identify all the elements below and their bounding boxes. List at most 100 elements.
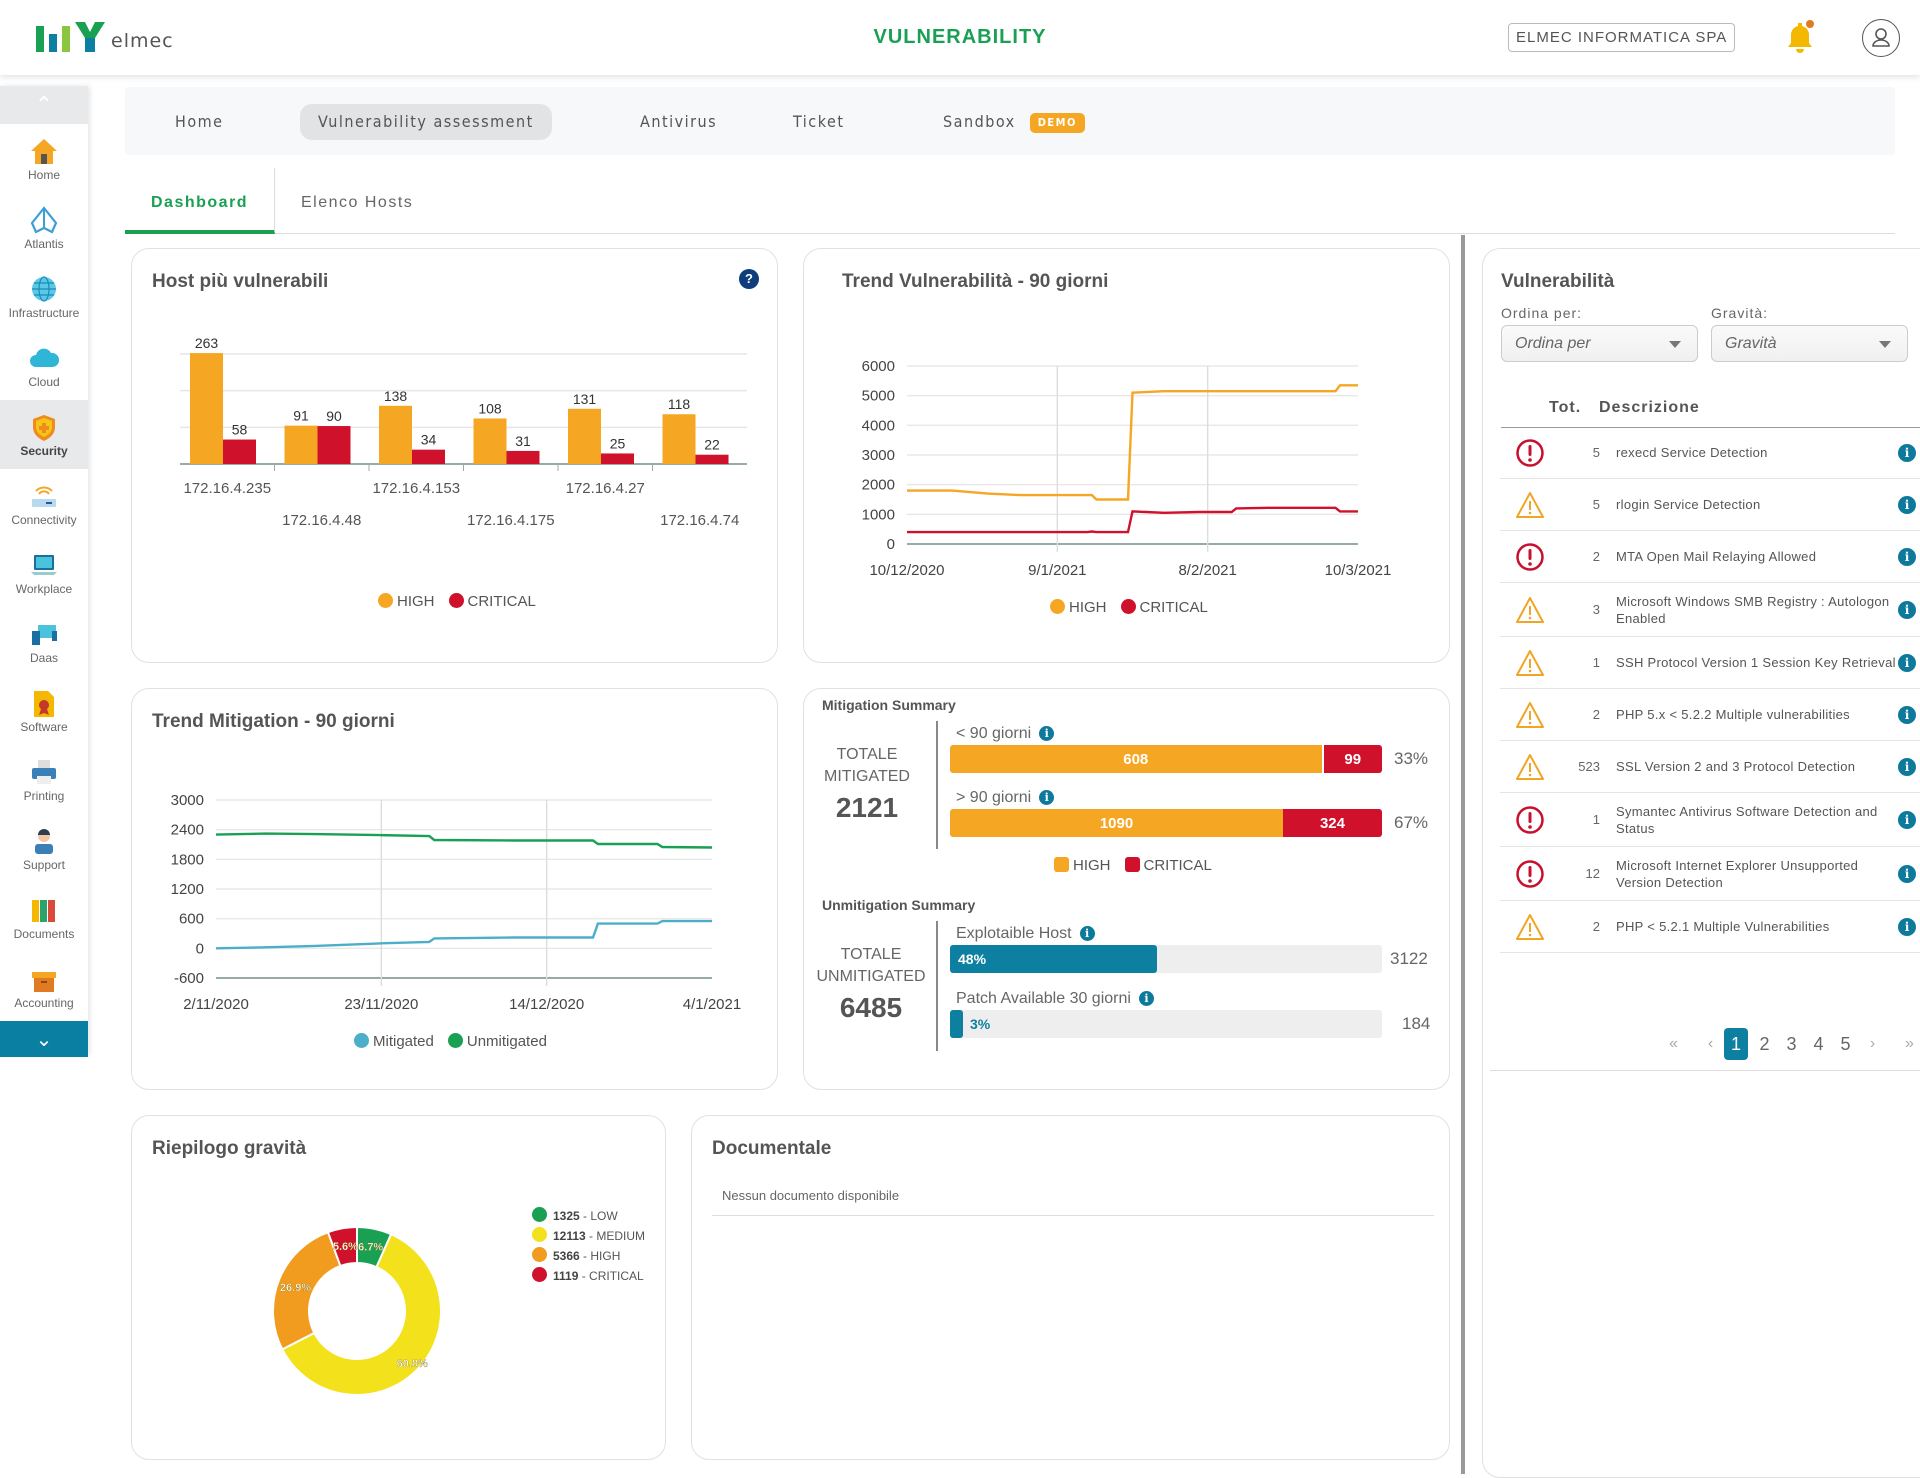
- user-avatar[interactable]: [1862, 19, 1900, 57]
- legend-item-high[interactable]: 5366 - HIGH: [532, 1246, 645, 1266]
- info-icon[interactable]: i: [1898, 495, 1916, 514]
- company-selector[interactable]: ELMEC INFORMATICA SPA: [1508, 23, 1736, 52]
- y-tick-label: 3000: [171, 792, 204, 809]
- nav-antivirus[interactable]: Antivirus: [622, 104, 735, 140]
- sidebar-scroll-down[interactable]: ⌄: [0, 1021, 88, 1057]
- info-icon[interactable]: i: [1898, 757, 1916, 776]
- bar-segment-critical[interactable]: 324: [1283, 809, 1382, 837]
- sidebar-item-workplace[interactable]: Workplace: [0, 538, 88, 607]
- info-icon[interactable]: i: [1898, 547, 1916, 566]
- legend-mitigated[interactable]: Mitigated: [354, 1033, 434, 1050]
- page-2[interactable]: 2: [1751, 1034, 1778, 1055]
- info-icon[interactable]: i: [1898, 810, 1916, 829]
- divider: [936, 721, 938, 849]
- legend-high[interactable]: HIGH: [1050, 599, 1107, 616]
- page-1[interactable]: 1: [1724, 1028, 1748, 1060]
- legend-unmitigated[interactable]: Unmitigated: [447, 1033, 547, 1050]
- info-icon[interactable]: i: [1138, 991, 1154, 1006]
- x-tick-label: 14/12/2020: [509, 996, 584, 1013]
- nav-vulnerability-assessment[interactable]: Vulnerability assessment: [300, 104, 552, 140]
- sidebar-item-support[interactable]: Support: [0, 814, 88, 883]
- page-last[interactable]: »: [1896, 1035, 1920, 1053]
- legend-critical[interactable]: CRITICAL: [448, 593, 536, 610]
- page-4[interactable]: 4: [1805, 1034, 1832, 1055]
- nav-ticket[interactable]: Ticket: [775, 104, 862, 140]
- vulnerability-row[interactable]: 1 SSH Protocol Version 1 Session Key Retr…: [1500, 637, 1920, 689]
- bar-segment-high[interactable]: 608: [950, 745, 1322, 773]
- patch-fill[interactable]: [950, 1010, 963, 1038]
- info-icon[interactable]: i: [1039, 790, 1055, 805]
- y-tick-label: 2000: [862, 477, 895, 494]
- total-label: TOTALE: [840, 946, 902, 963]
- y-tick-label: 3000: [862, 447, 895, 464]
- panel-splitter[interactable]: [1461, 235, 1465, 1474]
- bar-high: [284, 425, 318, 464]
- top-bar: elmec VULNERABILITY ELMEC INFORMATICA SP…: [0, 0, 1920, 75]
- vuln-count: 523: [1578, 759, 1600, 774]
- vulnerability-row[interactable]: 2 PHP 5.x < 5.2.2 Multiple vulnerabilitie…: [1500, 689, 1920, 741]
- pagination: « ‹ 1 2 3 4 5 › »: [1660, 1028, 1920, 1060]
- page-next[interactable]: ›: [1859, 1035, 1886, 1053]
- notification-bell-icon[interactable]: [1785, 20, 1815, 54]
- legend-item-medium[interactable]: 12113 - MEDIUM: [532, 1226, 645, 1246]
- column-header-tot[interactable]: Tot.: [1549, 399, 1581, 417]
- info-icon[interactable]: i: [1898, 600, 1916, 619]
- sort-select[interactable]: Ordina per: [1501, 325, 1698, 362]
- page-first[interactable]: «: [1660, 1035, 1687, 1053]
- legend-dot: [532, 1267, 547, 1282]
- sidebar-item-printing[interactable]: Printing: [0, 745, 88, 814]
- legend-label: Unmitigated: [466, 1033, 547, 1050]
- page-3[interactable]: 3: [1778, 1034, 1805, 1055]
- bar-segment-high[interactable]: 1090: [950, 809, 1283, 837]
- severity-select[interactable]: Gravità: [1711, 325, 1908, 362]
- info-icon[interactable]: i: [1898, 917, 1916, 936]
- vulnerability-row[interactable]: 2 MTA Open Mail Relaying Allowed i: [1500, 531, 1920, 583]
- legend-label: HIGH: [397, 593, 435, 610]
- legend-item-critical[interactable]: 1119 - CRITICAL: [532, 1266, 645, 1286]
- total-label: MITIGATED: [824, 768, 910, 785]
- sidebar-item-cloud[interactable]: Cloud: [0, 331, 88, 400]
- mitigation-bar-lt90: 608 99: [950, 745, 1382, 773]
- tab-dashboard[interactable]: Dashboard: [125, 168, 276, 234]
- nav-home[interactable]: Home: [157, 104, 242, 140]
- sidebar-item-atlantis[interactable]: Atlantis: [0, 193, 88, 262]
- vulnerability-row[interactable]: 523 SSL Version 2 and 3 Protocol Detectio…: [1500, 741, 1920, 793]
- sidebar-item-home[interactable]: Home: [0, 124, 88, 193]
- legend-item-low[interactable]: 1325 - LOW: [532, 1206, 645, 1226]
- sidebar-item-connectivity[interactable]: Connectivity: [0, 469, 88, 538]
- info-icon[interactable]: i: [1039, 726, 1055, 741]
- vuln-description: Microsoft Windows SMB Registry : Autolog…: [1616, 593, 1890, 626]
- sidebar-item-daas[interactable]: Daas: [0, 607, 88, 676]
- card-mitigation-summary: Mitigation Summary TOTALE MITIGATED 2121…: [803, 688, 1450, 1090]
- info-icon[interactable]: i: [1898, 705, 1916, 724]
- sidebar-scroll-up[interactable]: ⌃: [0, 86, 88, 124]
- vulnerability-row[interactable]: 5 rlogin Service Detection i: [1500, 479, 1920, 531]
- page-prev[interactable]: ‹: [1697, 1035, 1724, 1053]
- sidebar-item-software[interactable]: Software: [0, 676, 88, 745]
- info-icon[interactable]: i: [1079, 926, 1095, 941]
- y-tick-label: 4000: [862, 417, 895, 434]
- help-icon[interactable]: ?: [739, 269, 759, 289]
- info-icon[interactable]: i: [1898, 653, 1916, 672]
- vulnerability-row[interactable]: 1 Symantec Antivirus Software Detection a…: [1500, 793, 1920, 847]
- vulnerability-row[interactable]: 2 PHP < 5.2.1 Multiple Vulnerabilities i: [1500, 901, 1920, 953]
- tab-elenco-hosts[interactable]: Elenco Hosts: [275, 168, 439, 234]
- vulnerability-row[interactable]: 5 rexecd Service Detection i: [1500, 427, 1920, 479]
- info-icon[interactable]: i: [1898, 864, 1916, 883]
- sidebar-item-documents[interactable]: Documents: [0, 883, 88, 952]
- legend-critical[interactable]: CRITICAL: [1120, 599, 1208, 616]
- nav-sandbox[interactable]: Sandbox DEMO: [925, 104, 1103, 140]
- sidebar-item-security[interactable]: Security: [0, 400, 88, 469]
- bar-segment-critical[interactable]: 99: [1321, 745, 1382, 773]
- sidebar-item-label: Support: [22, 857, 66, 872]
- exploitable-fill[interactable]: 48%: [950, 945, 1158, 973]
- info-icon[interactable]: i: [1898, 443, 1916, 462]
- legend-high[interactable]: HIGH: [378, 593, 435, 610]
- trend-mitigation-chart: -600 0 600 1200 1800 2400 3000 2/11/2020 23/11/2…: [171, 792, 742, 1013]
- column-header-descrizione[interactable]: Descrizione: [1599, 399, 1700, 417]
- vulnerability-row[interactable]: 3 Microsoft Windows SMB Registry : Autolo…: [1500, 583, 1920, 637]
- sidebar-item-accounting[interactable]: Accounting: [0, 952, 88, 1021]
- vulnerability-row[interactable]: 12 Microsoft Internet Explorer Unsupporte…: [1500, 847, 1920, 901]
- page-5[interactable]: 5: [1832, 1034, 1859, 1055]
- sidebar-item-infrastructure[interactable]: Infrastructure: [0, 262, 88, 331]
